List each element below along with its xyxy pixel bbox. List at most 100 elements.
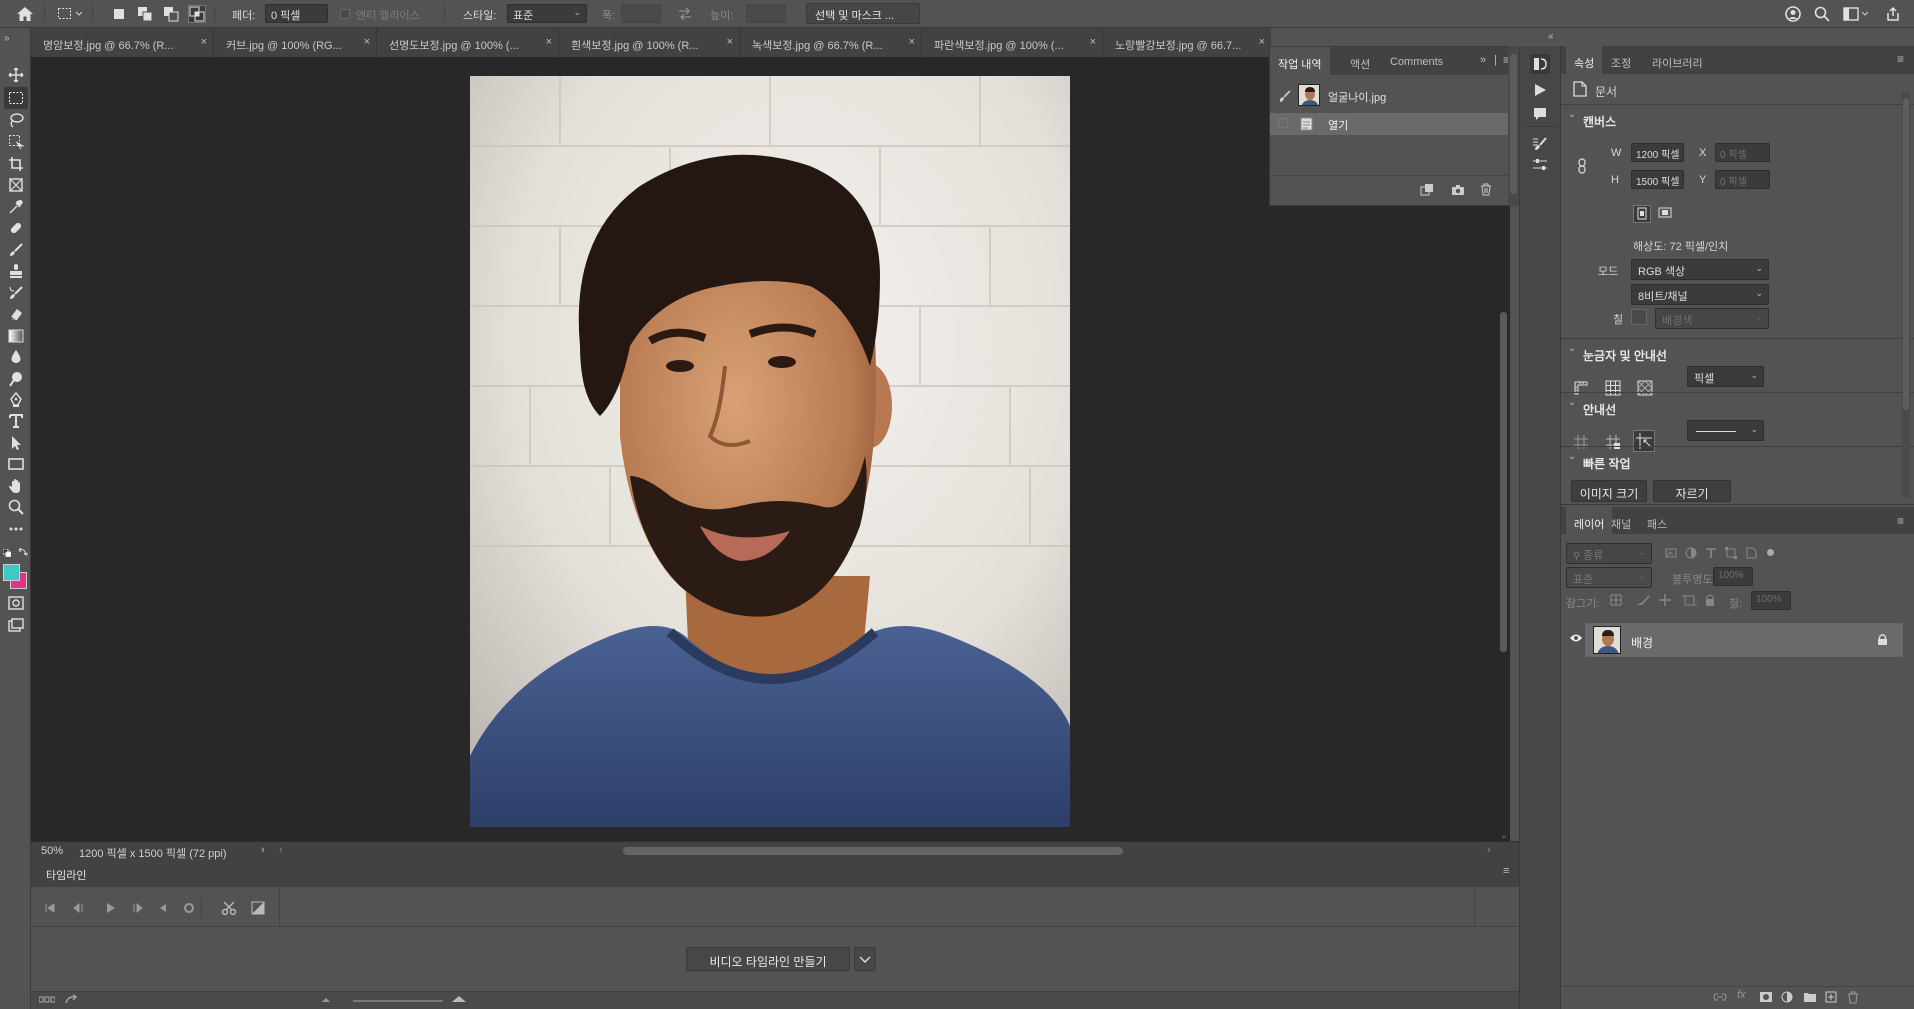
transition-icon[interactable] [251, 901, 265, 915]
new-document-from-state-icon[interactable] [1420, 183, 1434, 196]
doc-tab[interactable]: 명암보정.jpg @ 66.7% (R... × [31, 28, 214, 58]
width-input[interactable] [621, 4, 661, 23]
horizontal-scrollbar-thumb[interactable] [623, 847, 1123, 855]
canvas-section-header[interactable]: 캔버스 [1583, 113, 1616, 130]
zoom-out-timeline-icon[interactable] [321, 997, 331, 1003]
go-to-first-frame-icon[interactable] [45, 902, 57, 914]
new-group-icon[interactable] [1803, 991, 1817, 1003]
close-icon[interactable]: × [727, 36, 733, 48]
path-selection-tool-icon[interactable] [4, 432, 28, 454]
timeline-tab[interactable]: 타임라인 [46, 867, 86, 883]
guides-lock-icon[interactable] [1605, 434, 1621, 450]
image-size-button[interactable]: 이미지 크기 [1571, 480, 1647, 502]
history-snapshot-row[interactable]: 얼굴나이.jpg [1270, 79, 1518, 112]
height-input[interactable] [746, 4, 786, 23]
filter-type-icon[interactable] [1705, 547, 1717, 559]
zoom-tool-icon[interactable] [4, 496, 28, 518]
guides-section-header[interactable]: 안내선 [1583, 401, 1616, 418]
object-selection-tool-icon[interactable] [4, 131, 28, 153]
canvas-height-input[interactable]: 1500 픽셀 [1631, 170, 1684, 189]
new-adjustment-layer-icon[interactable] [1781, 991, 1793, 1003]
guide-line-style-select[interactable]: ⌄ [1687, 420, 1764, 441]
panel-menu-icon[interactable]: ≡ [1503, 865, 1509, 877]
rulers-toggle-icon[interactable] [1573, 380, 1589, 396]
timeline-type-dropdown[interactable] [854, 947, 876, 971]
filter-smart-object-icon[interactable] [1745, 547, 1757, 559]
rulers-section-header[interactable]: 눈금자 및 안내선 [1583, 347, 1667, 364]
rect-marquee-tool-icon[interactable] [4, 87, 28, 109]
history-brush-tool-icon[interactable] [4, 282, 28, 304]
rectangle-tool-icon[interactable] [4, 453, 28, 475]
split-scissors-icon[interactable] [221, 901, 237, 915]
vertical-scrollbar-thumb[interactable] [1500, 312, 1507, 652]
adjustments-sliders-icon[interactable] [1532, 158, 1548, 172]
zoom-level[interactable]: 50% [41, 845, 63, 857]
canvas-width-input[interactable]: 1200 픽셀 [1631, 143, 1684, 162]
share-icon[interactable] [1884, 5, 1902, 23]
new-selection-icon[interactable] [110, 5, 128, 23]
cloud-user-icon[interactable] [1784, 5, 1802, 23]
blur-tool-icon[interactable] [4, 346, 28, 368]
antialias-checkbox[interactable] [340, 9, 350, 19]
close-icon[interactable]: × [546, 36, 552, 48]
lock-all-icon[interactable] [1704, 593, 1718, 607]
doc-tab[interactable]: 파란색보정.jpg @ 100% (... × [922, 28, 1103, 58]
lasso-tool-icon[interactable] [4, 109, 28, 131]
canvas-y-input[interactable]: 0 픽셀 [1715, 170, 1770, 189]
home-icon[interactable] [14, 3, 36, 25]
create-video-timeline-button[interactable]: 비디오 타임라인 만들기 [686, 947, 850, 971]
add-mask-icon[interactable] [1759, 991, 1773, 1003]
crop-button[interactable]: 자르기 [1653, 480, 1731, 502]
screen-mode-icon[interactable] [4, 614, 28, 636]
guides-new-layout-icon[interactable] [1633, 430, 1655, 452]
blend-mode-select[interactable]: 표준 ⌄ [1566, 567, 1652, 588]
link-icon[interactable] [1577, 158, 1587, 174]
dodge-tool-icon[interactable] [4, 368, 28, 390]
chevron-down-icon[interactable] [1860, 5, 1870, 23]
tab-actions[interactable]: 액션 [1342, 47, 1378, 75]
add-selection-icon[interactable] [136, 5, 154, 23]
landscape-orientation-icon[interactable] [1657, 205, 1675, 223]
properties-scrollbar[interactable] [1902, 92, 1910, 498]
close-icon[interactable]: × [364, 36, 370, 48]
default-colors-icon[interactable] [3, 549, 11, 557]
pen-tool-icon[interactable] [4, 389, 28, 411]
next-frame-icon[interactable] [133, 902, 145, 914]
feather-input[interactable]: 0 픽셀 [265, 4, 328, 23]
chevron-right-icon[interactable]: › [261, 844, 265, 856]
rect-marquee-preset-icon[interactable] [56, 5, 74, 23]
healing-brush-tool-icon[interactable] [4, 217, 28, 239]
frame-tool-icon[interactable] [4, 174, 28, 196]
doc-tab[interactable]: 선명도보정.jpg @ 100% (... × [377, 28, 559, 58]
close-icon[interactable]: × [1259, 36, 1265, 48]
filter-toggle-icon[interactable] [1767, 549, 1774, 556]
audio-icon[interactable] [159, 902, 171, 914]
hand-tool-icon[interactable] [4, 475, 28, 497]
intersect-selection-icon[interactable] [188, 5, 206, 23]
camera-snapshot-icon[interactable] [1451, 184, 1465, 196]
collapse-toolbar-icon[interactable]: » [4, 33, 10, 44]
panel-menu-icon[interactable]: ≡ [1897, 514, 1904, 528]
pixel-grid-toggle-icon[interactable] [1637, 380, 1653, 396]
filter-adjustment-icon[interactable] [1685, 547, 1697, 559]
move-tool-icon[interactable] [4, 64, 28, 86]
portrait-orientation-icon[interactable] [1633, 205, 1651, 223]
history-step-row[interactable]: 열기 [1270, 113, 1518, 135]
actions-play-icon[interactable] [1532, 82, 1548, 98]
style-select[interactable]: 표준 ⌄ [507, 4, 587, 23]
foreground-color-swatch[interactable] [3, 564, 20, 581]
filter-shape-icon[interactable] [1725, 547, 1737, 559]
fill-swatch[interactable] [1631, 309, 1647, 325]
convert-to-frame-animation-icon[interactable] [39, 996, 55, 1004]
quick-mask-icon[interactable] [4, 592, 28, 614]
crop-tool-icon[interactable] [4, 153, 28, 175]
history-brush-source-checkbox[interactable] [1278, 118, 1288, 128]
lock-transparent-pixels-icon[interactable] [1609, 593, 1623, 607]
doc-tab[interactable]: 녹색보정.jpg @ 66.7% (R... × [740, 28, 922, 58]
trash-icon[interactable] [1480, 183, 1492, 196]
more-tools-icon[interactable] [4, 518, 28, 540]
doc-tab[interactable]: 노랑빨강보정.jpg @ 66.7... × [1103, 28, 1271, 58]
new-layer-icon[interactable] [1825, 991, 1837, 1003]
lock-position-icon[interactable] [1658, 593, 1672, 607]
chevron-down-icon[interactable]: ⌄ [1568, 451, 1576, 462]
